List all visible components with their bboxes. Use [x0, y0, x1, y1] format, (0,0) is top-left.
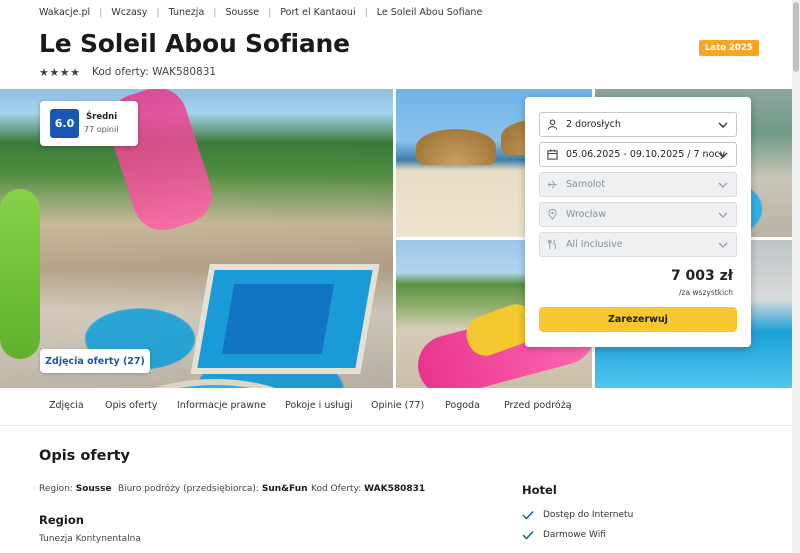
- section-title: Opis oferty: [39, 448, 130, 464]
- section-tabs: Zdjęcia Opis oferty Informacje prawne Po…: [0, 388, 800, 426]
- price-value: 7 003 zł: [670, 268, 733, 284]
- amenity-item: Darmowe Wifi: [522, 530, 606, 540]
- board-value: All Inclusive: [566, 239, 623, 250]
- meta-region: Region: Sousse: [39, 484, 112, 494]
- checkmark-icon: [522, 510, 534, 520]
- departure-select[interactable]: Wrocław: [539, 202, 737, 227]
- chevron-down-icon: [717, 179, 729, 194]
- tab-rooms-services[interactable]: Pokoje i usługi: [285, 400, 353, 411]
- tab-legal-info[interactable]: Informacje prawne: [177, 400, 266, 411]
- meta-offer-code: Kod Oferty: WAK580831: [311, 484, 426, 494]
- rating-label: Średni: [86, 112, 118, 122]
- tab-reviews[interactable]: Opinie (77): [371, 400, 424, 411]
- region-text: Tunezja Kontynentalna: [39, 534, 141, 544]
- dates-select[interactable]: 05.06.2025 - 09.10.2025 / 7 nocy: [539, 142, 737, 167]
- price-note: /za wszystkich: [678, 288, 733, 297]
- travelers-select[interactable]: 2 dorosłych: [539, 112, 737, 137]
- checkmark-icon: [522, 530, 534, 540]
- cutlery-icon: [546, 239, 558, 251]
- region-heading: Region: [39, 513, 84, 527]
- rating-count: 77 opinii: [84, 125, 119, 134]
- transport-value: Samolot: [566, 179, 606, 190]
- chevron-down-icon: [717, 209, 729, 224]
- calendar-icon: [546, 149, 558, 161]
- amenity-item: Dostęp do Internetu: [522, 510, 633, 520]
- tab-before-travel[interactable]: Przed podróżą: [504, 400, 572, 411]
- plane-icon: [546, 179, 558, 191]
- breadcrumb: Wakacje.pl | Wczasy | Tunezja | Sousse | Por…: [39, 7, 483, 18]
- season-badge: Lato 2025: [699, 40, 759, 56]
- scrollbar[interactable]: [792, 0, 800, 553]
- rating-score: 6.0: [50, 109, 79, 138]
- rating-card[interactable]: 6.0 Średni 77 opinii: [40, 101, 138, 146]
- meta-operator: Biuro podróży (przedsiębiorca): Sun&Fun: [118, 484, 308, 494]
- booking-panel: 2 dorosłych 05.06.2025 - 09.10.2025 / 7 …: [525, 97, 751, 347]
- star-rating-icon: ★★★★: [39, 66, 81, 79]
- breadcrumb-link[interactable]: Tunezja: [169, 7, 205, 18]
- location-pin-icon: [546, 209, 558, 221]
- tab-description[interactable]: Opis oferty: [105, 400, 157, 411]
- breadcrumb-link[interactable]: Sousse: [225, 7, 259, 18]
- person-icon: [546, 119, 558, 131]
- hotel-features-heading: Hotel: [522, 483, 557, 497]
- travelers-value: 2 dorosłych: [566, 119, 621, 130]
- board-select[interactable]: All Inclusive: [539, 232, 737, 257]
- scrollbar-thumb[interactable]: [793, 2, 799, 72]
- book-button[interactable]: Zarezerwuj: [539, 307, 737, 332]
- offer-code: Kod oferty: WAK580831: [92, 66, 217, 78]
- chevron-down-icon: [717, 239, 729, 254]
- breadcrumb-link[interactable]: Wakacje.pl: [39, 7, 90, 18]
- chevron-down-icon: [717, 149, 729, 164]
- chevron-down-icon: [717, 119, 729, 134]
- dates-value: 05.06.2025 - 09.10.2025 / 7 nocy: [566, 149, 726, 160]
- tab-photos[interactable]: Zdjęcia: [49, 400, 84, 411]
- breadcrumb-current: Le Soleil Abou Sofiane: [376, 7, 483, 18]
- breadcrumb-link[interactable]: Port el Kantaoui: [280, 7, 355, 18]
- photos-button[interactable]: Zdjęcia oferty (27): [40, 349, 150, 373]
- departure-value: Wrocław: [566, 209, 606, 220]
- transport-select[interactable]: Samolot: [539, 172, 737, 197]
- breadcrumb-link[interactable]: Wczasy: [111, 7, 147, 18]
- tab-weather[interactable]: Pogoda: [445, 400, 480, 411]
- page-title: Le Soleil Abou Sofiane: [39, 29, 350, 58]
